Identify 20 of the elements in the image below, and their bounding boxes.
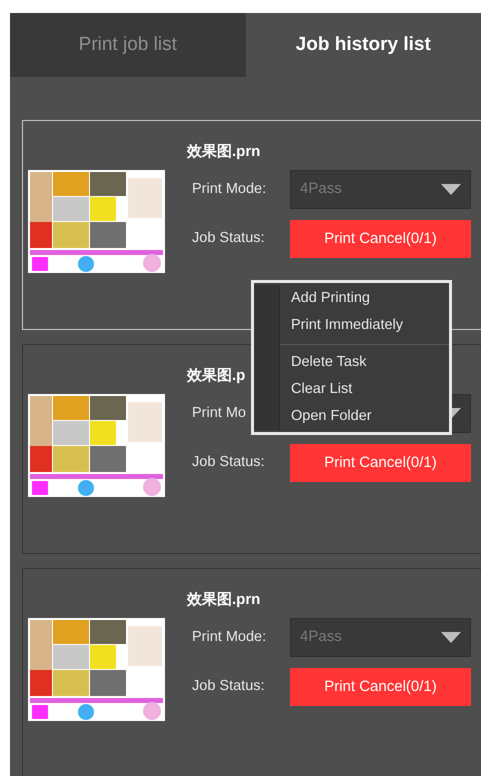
job-status-label: Job Status: — [192, 229, 265, 248]
file-name: 效果图.prn — [187, 590, 260, 610]
job-status-label: Job Status: — [192, 677, 265, 696]
menu-item[interactable]: Clear List — [280, 376, 449, 403]
print-mode-label: Print Mode: — [192, 180, 266, 199]
menu-item[interactable]: Open Folder — [280, 403, 449, 430]
status-button[interactable]: Print Cancel(0/1) — [290, 668, 471, 706]
dropdown-arrow-icon — [441, 632, 461, 643]
file-name: 效果图.prn — [187, 142, 260, 162]
print-mode-label: Print Mo — [192, 404, 246, 423]
dropdown-arrow-icon — [441, 184, 461, 195]
job-card[interactable]: 效果图.prn Print Mode: 4Pass Job Status: Print Cancel(0/1) — [22, 568, 481, 776]
job-status-label: Job Status: — [192, 453, 265, 472]
status-button[interactable]: Print Cancel(0/1) — [290, 444, 471, 482]
tab[interactable]: Print job list — [10, 13, 246, 77]
file-name: 效果图.p — [187, 366, 246, 386]
menu-item[interactable]: Add Printing — [280, 285, 449, 312]
menu-item[interactable]: Delete Task — [280, 349, 449, 376]
status-button[interactable]: Print Cancel(0/1) — [290, 220, 471, 258]
print-mode-label: Print Mode: — [192, 628, 266, 647]
